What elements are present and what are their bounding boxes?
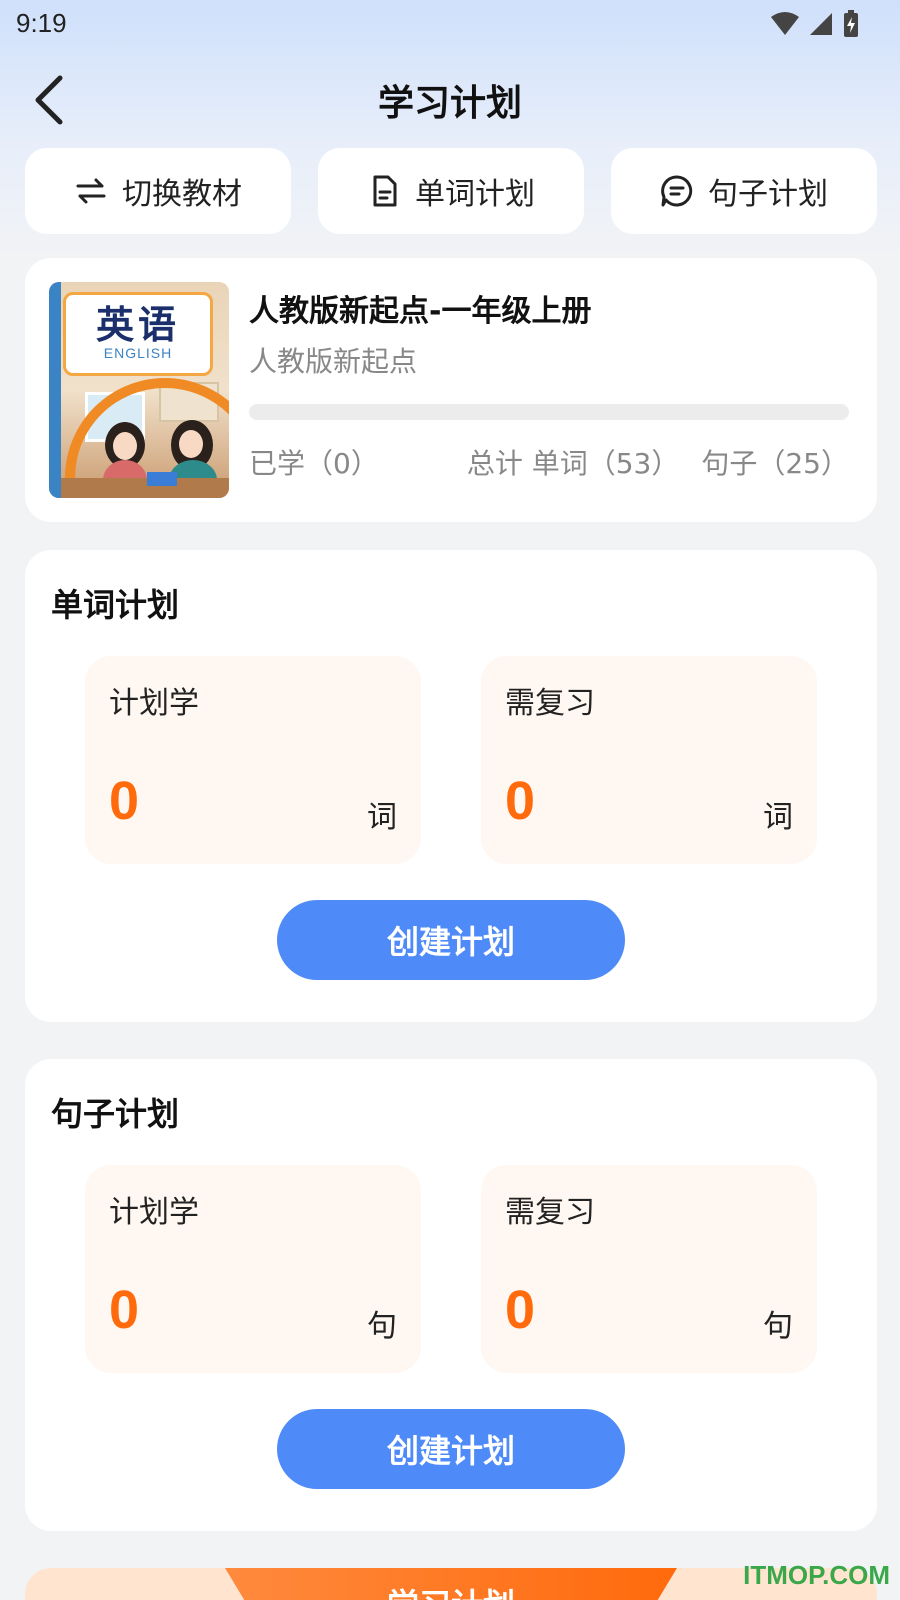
review-stat: 需复习 0 句 bbox=[481, 1165, 817, 1373]
tab-word-plan[interactable]: 单词计划 bbox=[318, 148, 584, 234]
tab-label: 单词计划 bbox=[415, 177, 535, 212]
tab-switch-textbook[interactable]: 切换教材 bbox=[25, 148, 291, 234]
chat-icon bbox=[661, 175, 693, 207]
stat-value: 0 bbox=[109, 1280, 140, 1340]
stat-label: 需复习 bbox=[505, 686, 595, 721]
page-title: 学习计划 bbox=[377, 83, 522, 124]
plan-tabs: 切换教材 单词计划 句子计划 bbox=[25, 148, 877, 234]
stat-value: 0 bbox=[109, 771, 140, 831]
stat-value: 0 bbox=[505, 771, 536, 831]
signal-icon bbox=[810, 13, 832, 35]
stat-unit: 句 bbox=[763, 1309, 793, 1344]
learning-progress-bar bbox=[249, 404, 849, 420]
cover-title: 英语 bbox=[95, 303, 180, 347]
stat-label: 计划学 bbox=[109, 686, 199, 721]
stat-unit: 词 bbox=[367, 800, 397, 835]
section-title: 句子计划 bbox=[51, 1095, 180, 1133]
student-illustration bbox=[179, 430, 203, 458]
wifi-icon bbox=[771, 12, 799, 35]
stat-unit: 词 bbox=[763, 800, 793, 835]
document-icon bbox=[373, 175, 397, 207]
cover-label: 英语 ENGLISH bbox=[63, 292, 213, 376]
book-title: 人教版新起点-一年级上册 bbox=[249, 294, 592, 329]
student-illustration bbox=[113, 432, 137, 460]
watermark: ITMOP.COM bbox=[743, 1560, 890, 1590]
textbook-card[interactable]: 英语 ENGLISH 人教版新起点-一年级上册 人教版新起点 已学（0） 总计 … bbox=[25, 258, 877, 522]
book-series: 人教版新起点 bbox=[249, 345, 418, 378]
learned-count: 已学（0） bbox=[249, 447, 379, 480]
swap-icon bbox=[76, 178, 106, 204]
word-plan-section: 单词计划 计划学 0 词 需复习 0 词 创建计划 bbox=[25, 550, 877, 1022]
stat-label: 需复习 bbox=[505, 1195, 595, 1230]
book-totals: 总计 单词（53） 句子（25） bbox=[467, 442, 849, 482]
stat-unit: 句 bbox=[367, 1309, 397, 1344]
tab-sentence-plan[interactable]: 句子计划 bbox=[611, 148, 877, 234]
review-stat: 需复习 0 词 bbox=[481, 656, 817, 864]
cover-desk bbox=[61, 478, 229, 498]
app-header: 学习计划 bbox=[0, 60, 900, 140]
status-time: 9:19 bbox=[16, 8, 67, 38]
sentence-plan-section: 句子计划 计划学 0 句 需复习 0 句 创建计划 bbox=[25, 1059, 877, 1531]
stat-label: 计划学 bbox=[109, 1195, 199, 1230]
cover-subtitle: ENGLISH bbox=[103, 345, 173, 361]
cover-stripe bbox=[49, 282, 61, 498]
cover-laptop bbox=[147, 472, 177, 486]
total-words: 总计 单词（53） bbox=[466, 447, 680, 480]
tab-label: 切换教材 bbox=[122, 177, 242, 212]
status-icons bbox=[770, 10, 860, 38]
planned-stat: 计划学 0 句 bbox=[85, 1165, 421, 1373]
battery-icon bbox=[844, 10, 858, 37]
tab-label: 句子计划 bbox=[708, 177, 828, 212]
stat-value: 0 bbox=[505, 1280, 536, 1340]
planned-stat: 计划学 0 词 bbox=[85, 656, 421, 864]
book-cover: 英语 ENGLISH bbox=[49, 282, 229, 498]
create-sentence-plan-button[interactable]: 创建计划 bbox=[277, 1409, 625, 1489]
status-bar: 9:19 bbox=[0, 0, 900, 50]
section-title: 单词计划 bbox=[51, 586, 180, 624]
create-word-plan-button[interactable]: 创建计划 bbox=[277, 900, 625, 980]
total-sentences: 句子（25） bbox=[701, 447, 849, 480]
